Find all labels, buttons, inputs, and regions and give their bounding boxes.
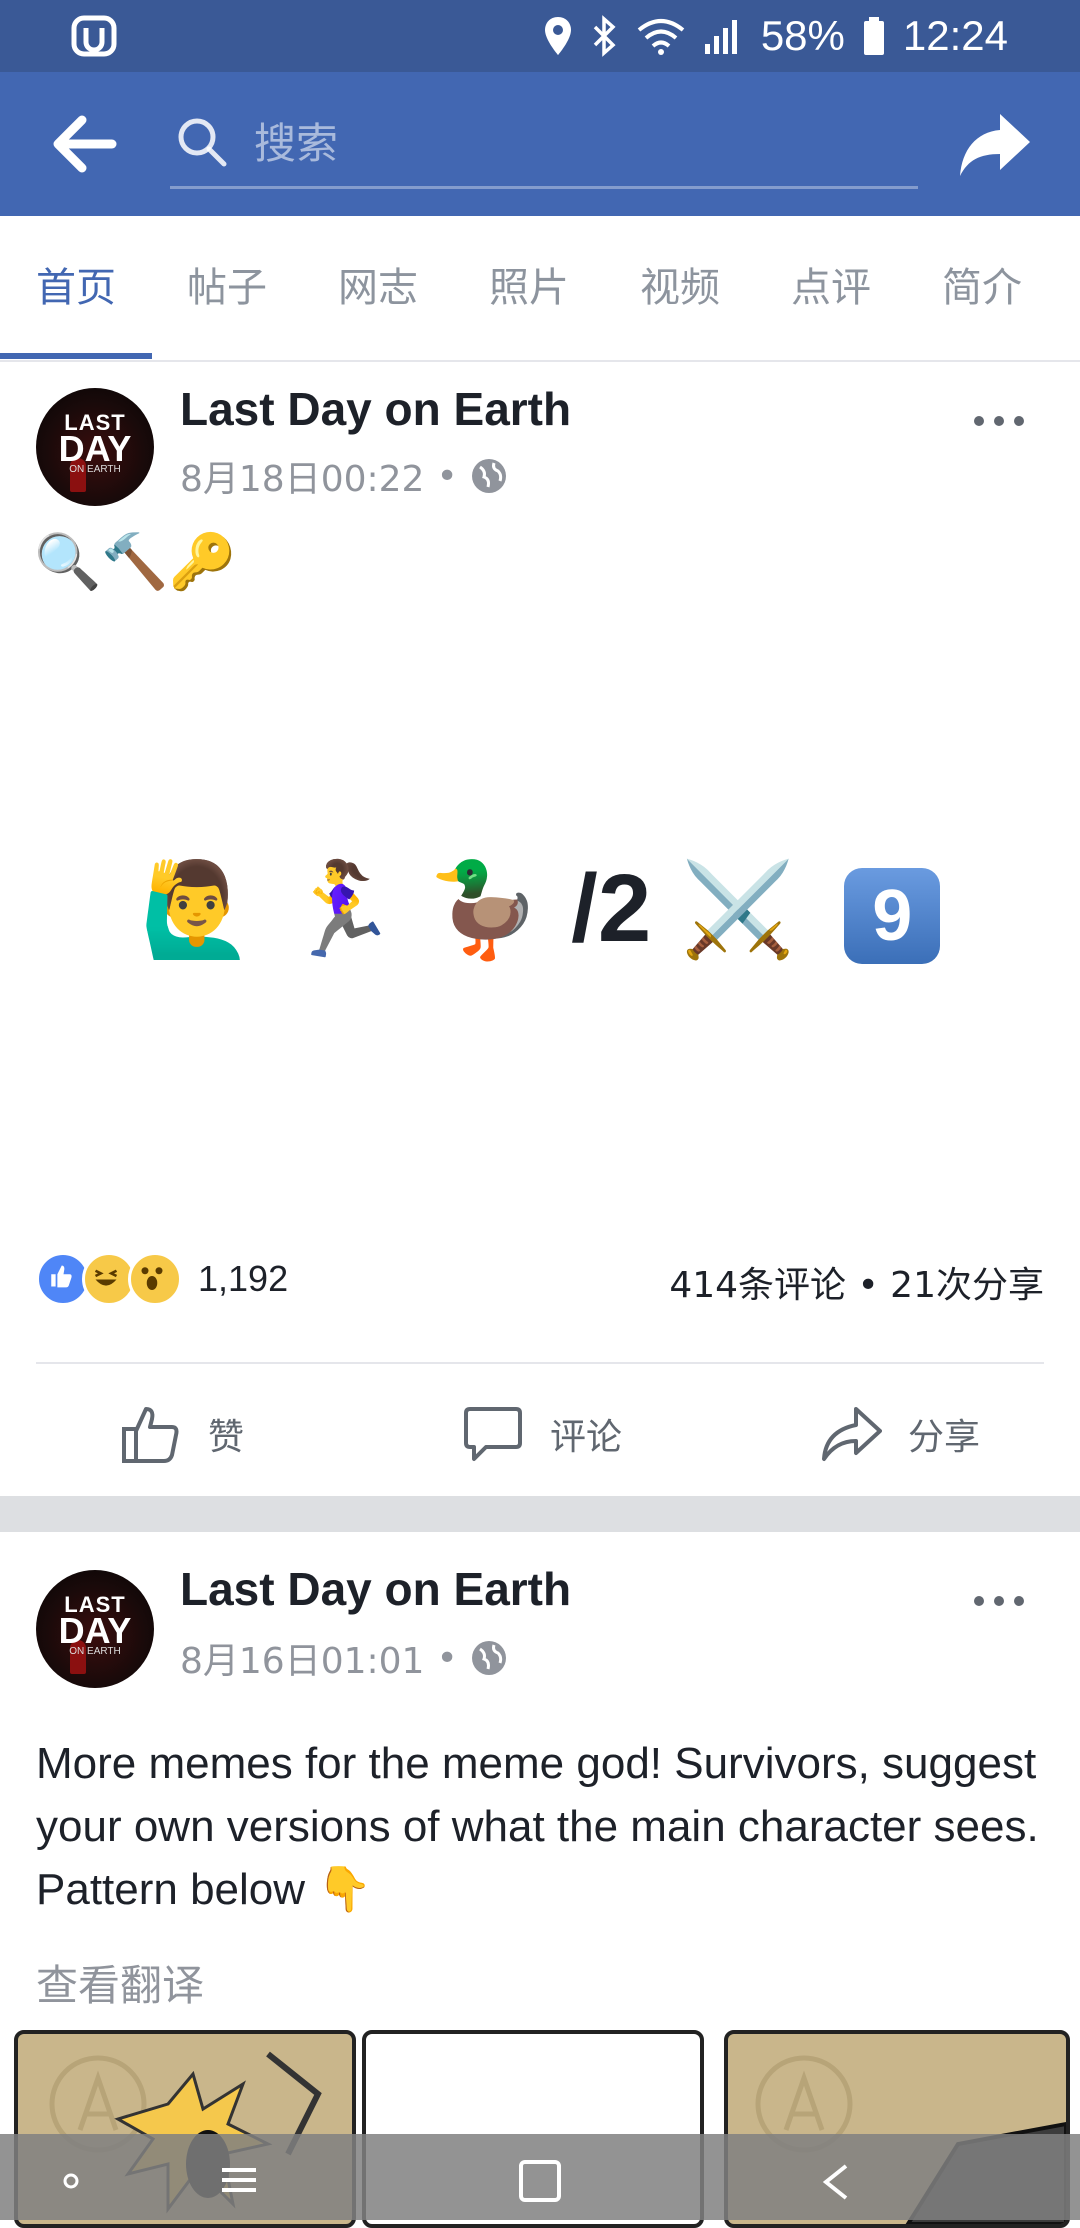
share-label: 分享 — [908, 1417, 981, 1458]
emoji-man-raising-hand: 🙋‍♂️ — [139, 856, 255, 963]
page-tabs: 首页 帖子 网志 照片 视频 点评 简介 — [0, 216, 1080, 362]
share-forward-icon[interactable] — [958, 110, 1032, 180]
status-bar: 58% 12:24 — [0, 0, 1080, 72]
emoji-duck: 🦆 — [427, 856, 542, 963]
puzzle-text-half: /2 — [571, 855, 652, 962]
like-icon — [122, 1407, 179, 1463]
post-meta: 8月16日01:01 • — [180, 1632, 508, 1684]
emoji-crossed-swords: ⚔️ — [680, 856, 796, 963]
signal-icon — [704, 20, 737, 54]
more-icon[interactable] — [974, 1590, 1024, 1610]
tab-about[interactable]: 简介 — [906, 216, 1058, 360]
tab-posts[interactable]: 帖子 — [152, 216, 302, 360]
post-timestamp[interactable]: 8月16日01:01 — [180, 1632, 424, 1684]
like-button[interactable]: 赞 — [120, 1364, 244, 1504]
active-tab-indicator — [0, 353, 152, 359]
post-card: LAST DAY ON EARTH Last Day on Earth 8月18… — [0, 362, 1080, 1496]
messenger-notification-icon — [71, 15, 117, 57]
search-header — [0, 72, 1080, 216]
avatar-text-line3: ON EARTH — [69, 464, 121, 475]
tab-reviews[interactable]: 点评 — [756, 216, 906, 360]
post-author[interactable]: Last Day on Earth — [180, 1562, 571, 1616]
reaction-count: 1,192 — [198, 1258, 289, 1299]
emoji-woman-running: 🏃‍♀️ — [283, 856, 399, 963]
page-avatar[interactable]: LAST DAY ON EARTH — [36, 388, 154, 506]
share-icon — [822, 1407, 882, 1461]
home-icon[interactable] — [515, 2156, 565, 2206]
post-timestamp[interactable]: 8月18日00:22 — [180, 450, 424, 502]
post-author[interactable]: Last Day on Earth — [180, 382, 571, 436]
back-icon[interactable] — [816, 2156, 866, 2206]
feed-separator — [0, 1496, 1080, 1532]
like-label: 赞 — [208, 1417, 245, 1458]
recent-apps-icon[interactable] — [214, 2156, 264, 2206]
battery-icon — [863, 17, 884, 55]
post-meta: 8月18日00:22 • — [180, 450, 508, 502]
location-icon — [544, 17, 571, 55]
meta-separator-dot: • — [436, 1637, 458, 1679]
search-input[interactable] — [252, 110, 896, 176]
comments-shares-count[interactable]: 414条评论 • 21次分享 — [669, 1256, 1044, 1308]
post-body-text: More memes for the meme god! Survivors, … — [36, 1739, 1039, 1914]
post-emoji-line: 🔍🔨🔑 — [34, 530, 236, 593]
tab-notes[interactable]: 网志 — [302, 216, 454, 360]
more-icon[interactable] — [974, 410, 1024, 430]
wifi-icon — [637, 19, 685, 55]
clock: 12:24 — [902, 12, 1008, 59]
meta-separator-dot: • — [436, 455, 458, 497]
system-navigation-bar — [0, 2134, 1080, 2220]
comment-label: 评论 — [550, 1417, 623, 1458]
wow-reaction-icon — [128, 1252, 182, 1306]
tab-home[interactable]: 首页 — [0, 216, 152, 360]
back-arrow-icon[interactable] — [52, 114, 118, 174]
search-icon — [178, 118, 227, 167]
globe-icon — [471, 1641, 506, 1675]
comment-icon — [464, 1407, 522, 1461]
tab-videos[interactable]: 视频 — [604, 216, 756, 360]
share-button[interactable]: 分享 — [820, 1364, 980, 1504]
globe-icon — [471, 459, 506, 493]
keycap-nine-icon: 9 — [844, 867, 941, 964]
see-translation-link[interactable]: 查看翻译 — [36, 1952, 204, 2013]
notification-dot-icon[interactable] — [46, 2156, 96, 2206]
tab-photos[interactable]: 照片 — [454, 216, 604, 360]
comment-button[interactable]: 评论 — [462, 1364, 622, 1504]
bluetooth-icon — [593, 15, 616, 57]
post-actions: 赞 评论 分享 — [0, 1364, 1080, 1504]
reaction-summary[interactable]: 1,192 — [36, 1252, 288, 1306]
battery-percent: 58% — [760, 12, 845, 59]
avatar-text-line3: ON EARTH — [69, 1646, 121, 1657]
post-emoji-puzzle: 🙋‍♂️ 🏃‍♀️ 🦆 /2 ⚔️ 9 — [0, 854, 1080, 964]
search-field[interactable] — [170, 102, 918, 189]
page-avatar[interactable]: LAST DAY ON EARTH — [36, 1570, 154, 1688]
